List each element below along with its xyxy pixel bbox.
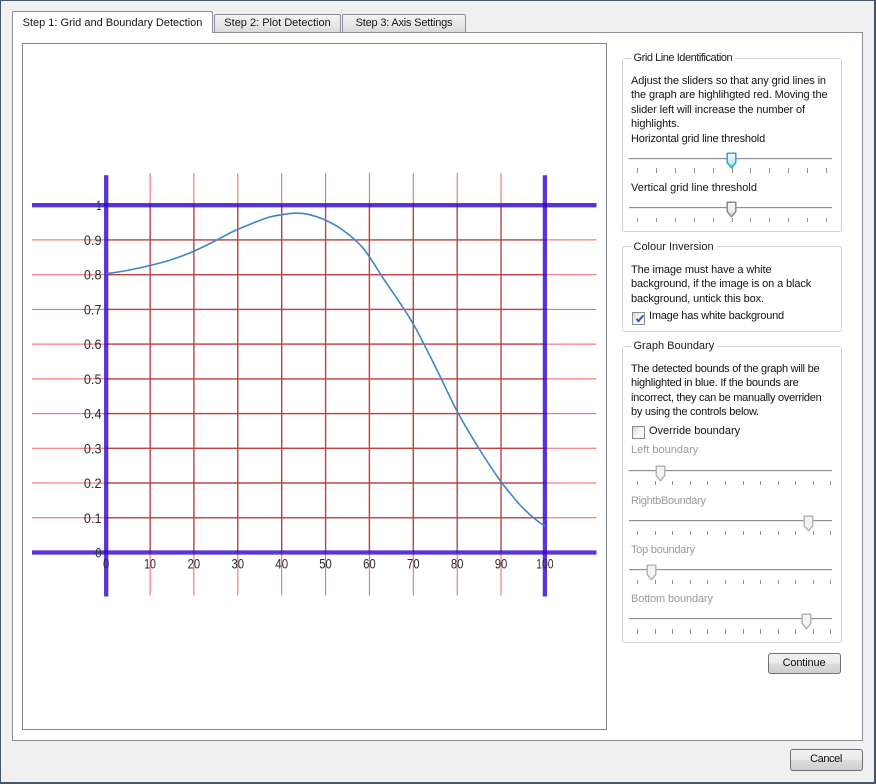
- svg-text:0: 0: [103, 556, 110, 571]
- svg-text:60: 60: [363, 556, 376, 571]
- svg-text:50: 50: [319, 556, 332, 571]
- svg-text:0.6: 0.6: [84, 337, 102, 352]
- svg-text:0.5: 0.5: [84, 372, 102, 387]
- svg-text:30: 30: [232, 556, 245, 571]
- svg-text:0.3: 0.3: [84, 441, 102, 456]
- svg-text:0.2: 0.2: [84, 476, 102, 491]
- svg-text:40: 40: [275, 556, 288, 571]
- svg-text:100: 100: [536, 556, 554, 571]
- svg-text:0: 0: [95, 546, 102, 561]
- svg-text:20: 20: [188, 556, 201, 571]
- svg-text:70: 70: [407, 556, 420, 571]
- svg-text:0.9: 0.9: [84, 233, 102, 248]
- svg-text:0.7: 0.7: [84, 302, 102, 317]
- svg-text:1: 1: [96, 198, 101, 213]
- svg-text:90: 90: [495, 556, 508, 571]
- svg-text:0.1: 0.1: [84, 511, 102, 526]
- svg-text:0.4: 0.4: [84, 407, 102, 422]
- svg-text:0.8: 0.8: [84, 268, 102, 283]
- svg-text:10: 10: [144, 556, 156, 571]
- svg-text:80: 80: [451, 556, 464, 571]
